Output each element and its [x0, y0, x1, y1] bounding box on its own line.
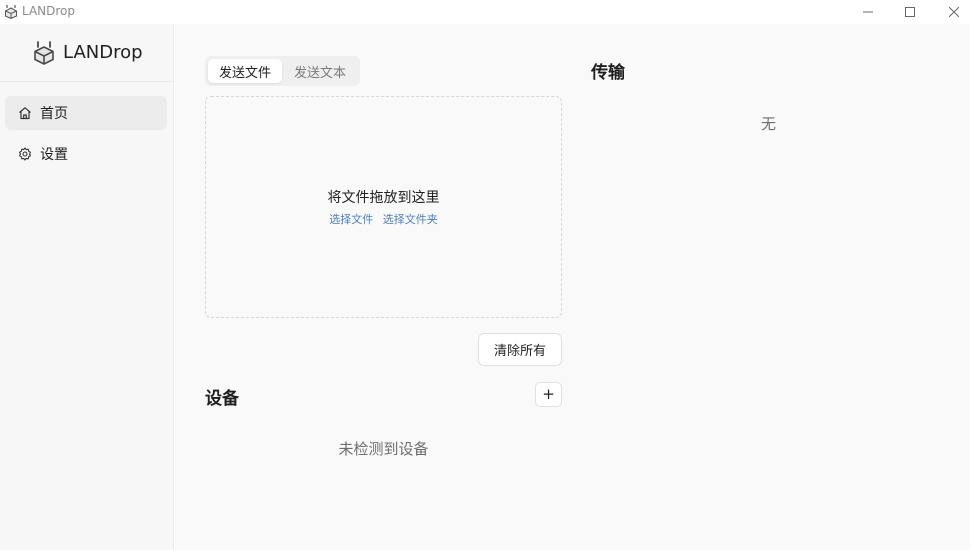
sidebar-item-label: 设置 — [40, 147, 68, 163]
window-title: LANDrop — [22, 4, 76, 18]
sidebar-item-settings[interactable]: 设置 — [5, 137, 167, 171]
devices-heading: 设备 — [205, 389, 239, 409]
minimize-button[interactable] — [846, 0, 890, 24]
dropzone-links: 选择文件 选择文件夹 — [206, 211, 561, 227]
main-content: 发送文件 发送文本 将文件拖放到这里 选择文件 选择文件夹 清除所有 设备 + … — [175, 24, 970, 550]
devices-empty-text: 未检测到设备 — [338, 440, 429, 458]
maximize-button[interactable] — [888, 0, 932, 24]
plus-icon: + — [542, 385, 555, 403]
maximize-icon — [905, 7, 915, 17]
clear-all-button[interactable]: 清除所有 — [478, 333, 562, 366]
home-icon — [18, 106, 32, 120]
add-device-button[interactable]: + — [535, 382, 562, 407]
dropzone-text: 将文件拖放到这里 — [327, 190, 440, 206]
brand: LANDrop — [0, 24, 174, 82]
send-mode-tabs: 发送文件 发送文本 — [205, 56, 360, 86]
choose-files-link[interactable]: 选择文件 — [329, 213, 373, 226]
file-dropzone[interactable]: 将文件拖放到这里 选择文件 选择文件夹 — [205, 96, 562, 318]
tab-send-file[interactable]: 发送文件 — [208, 59, 282, 83]
sidebar-item-label: 首页 — [40, 106, 68, 122]
close-icon — [949, 7, 959, 17]
sidebar: LANDrop 首页 设置 — [0, 24, 174, 550]
title-bar: LANDrop — [0, 0, 970, 24]
minimize-icon — [863, 11, 873, 13]
close-button[interactable] — [932, 0, 970, 24]
app-icon — [5, 5, 17, 19]
choose-folder-link[interactable]: 选择文件夹 — [383, 213, 438, 226]
brand-name: LANDrop — [63, 42, 143, 63]
transfer-heading: 传输 — [591, 63, 625, 83]
gear-icon — [18, 147, 32, 161]
tab-send-text[interactable]: 发送文本 — [283, 59, 357, 83]
transfer-empty-text: 无 — [760, 115, 776, 133]
sidebar-item-home[interactable]: 首页 — [5, 96, 167, 130]
logo-icon — [34, 41, 54, 65]
